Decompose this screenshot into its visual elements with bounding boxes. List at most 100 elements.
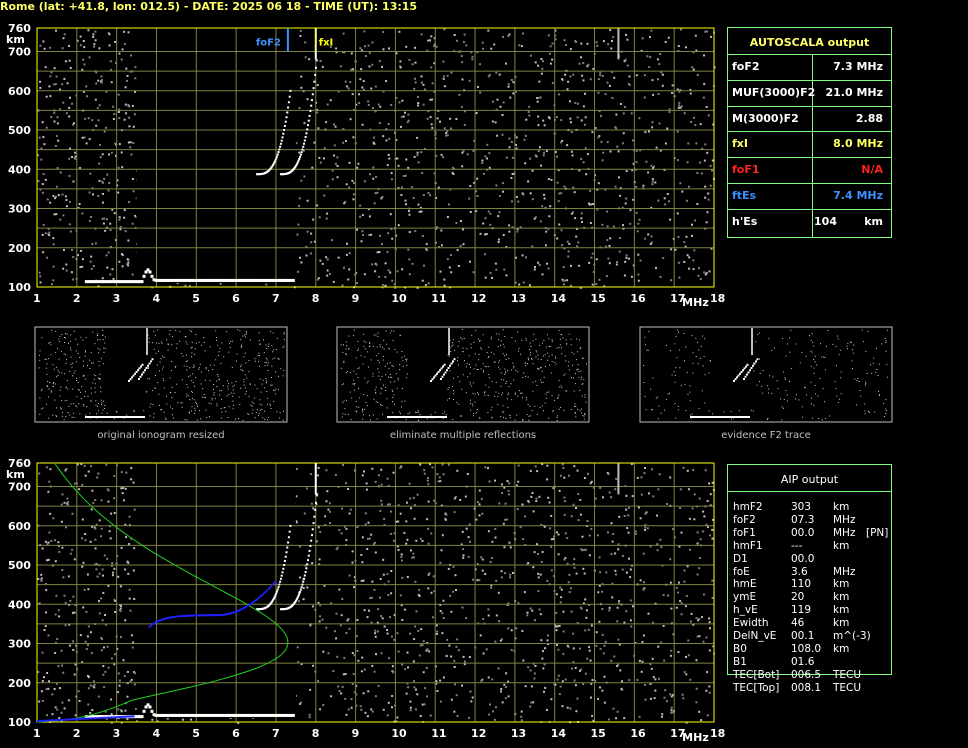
noise-dot (495, 71, 498, 74)
noise-dot (430, 123, 433, 126)
noise-dot (430, 35, 433, 38)
noise-dot (323, 194, 326, 197)
noise-dot (669, 693, 672, 696)
noise-dot (569, 75, 572, 78)
thumbnail-noise (72, 375, 74, 377)
thumbnail-noise (651, 409, 653, 411)
f-trace-x-dot (307, 124, 310, 127)
thumbnail-noise (575, 373, 576, 375)
y-tick-label: 500 (8, 124, 31, 137)
thumbnail-noise (870, 364, 871, 366)
noise-dot (408, 231, 411, 233)
thumbnail-noise (274, 393, 276, 395)
thumbnail-noise (278, 358, 280, 360)
thumbnail-e-trace (125, 416, 127, 418)
noise-dot (353, 182, 355, 185)
thumbnail-noise (548, 355, 550, 357)
thumbnail-noise (502, 405, 504, 407)
noise-dot (524, 134, 527, 137)
noise-dot (321, 65, 324, 68)
noise-dot (549, 527, 552, 530)
noise-dot (319, 531, 322, 533)
noise-dot (629, 619, 632, 622)
thumbnail-noise (245, 333, 247, 335)
thumbnail-noise (189, 375, 191, 377)
thumbnail-noise (535, 356, 537, 358)
noise-dot (637, 253, 640, 256)
thumbnail-noise (574, 411, 576, 413)
thumbnail-noise (191, 331, 193, 332)
y-tick-label: 400 (8, 163, 31, 176)
noise-dot (380, 652, 383, 655)
noise-dot (617, 548, 620, 551)
noise-dot (629, 222, 632, 225)
thumbnail-noise (219, 394, 221, 396)
noise-dot (343, 657, 346, 660)
noise-dot (51, 283, 53, 286)
noise-dot (371, 63, 374, 66)
thumbnail-noise (233, 392, 235, 394)
thumbnail-noise (824, 369, 826, 371)
thumbnail-noise (245, 330, 247, 332)
noise-dot (47, 634, 50, 637)
thumbnail-noise (254, 358, 256, 360)
noise-dot (71, 248, 73, 251)
noise-dot (666, 193, 669, 195)
noise-dot (408, 213, 411, 216)
noise-dot (703, 82, 706, 85)
autoscala-param-name: fxI (732, 137, 748, 151)
noise-dot (55, 29, 57, 32)
thumbnail-f-trace (745, 365, 747, 368)
noise-dot (127, 239, 130, 242)
noise-dot (134, 77, 137, 80)
noise-dot (386, 573, 389, 576)
thumbnail-noise (85, 337, 87, 339)
noise-dot (97, 195, 100, 197)
thumbnail-noise (453, 377, 454, 379)
thumbnail-noise (240, 347, 242, 349)
noise-dot (390, 172, 393, 175)
thumbnail-e-trace (427, 416, 429, 418)
x-tick-label: 12 (471, 292, 486, 305)
noise-dot (635, 185, 638, 188)
noise-dot (662, 257, 665, 259)
noise-dot (103, 554, 106, 557)
thumbnail-noise (149, 415, 151, 417)
noise-dot (349, 118, 352, 121)
noise-dot (524, 515, 527, 518)
noise-dot (336, 176, 339, 179)
noise-dot (326, 212, 329, 215)
noise-dot (645, 160, 648, 163)
noise-dot (348, 186, 351, 189)
noise-dot (585, 616, 588, 619)
noise-dot (582, 683, 585, 685)
autoscala-param-name: h'Es (732, 214, 758, 228)
noise-dot (112, 277, 115, 280)
noise-dot (550, 698, 553, 701)
noise-dot (546, 478, 549, 481)
thumbnail-noise (501, 392, 503, 394)
thumbnail-noise (483, 370, 484, 372)
noise-dot (518, 44, 521, 47)
thumbnail-e-trace (129, 416, 131, 418)
noise-dot (43, 47, 46, 50)
noise-dot (575, 572, 578, 575)
noise-dot (691, 507, 694, 510)
thumbnail-noise (163, 411, 165, 413)
noise-dot (657, 645, 660, 648)
thumbnail-noise (73, 372, 75, 374)
noise-dot (112, 571, 115, 574)
noise-dot (130, 153, 133, 156)
thumbnail-noise (73, 403, 75, 405)
noise-dot (61, 701, 64, 704)
noise-dot (387, 154, 390, 156)
thumbnail-noise (366, 405, 368, 407)
noise-dot (549, 205, 552, 208)
noise-dot (566, 279, 569, 282)
noise-dot (93, 686, 96, 689)
noise-dot (575, 235, 578, 238)
noise-dot (39, 275, 42, 278)
thumbnail-noise (244, 393, 246, 395)
y-tick-label: 100 (8, 281, 31, 294)
noise-dot (50, 71, 53, 74)
